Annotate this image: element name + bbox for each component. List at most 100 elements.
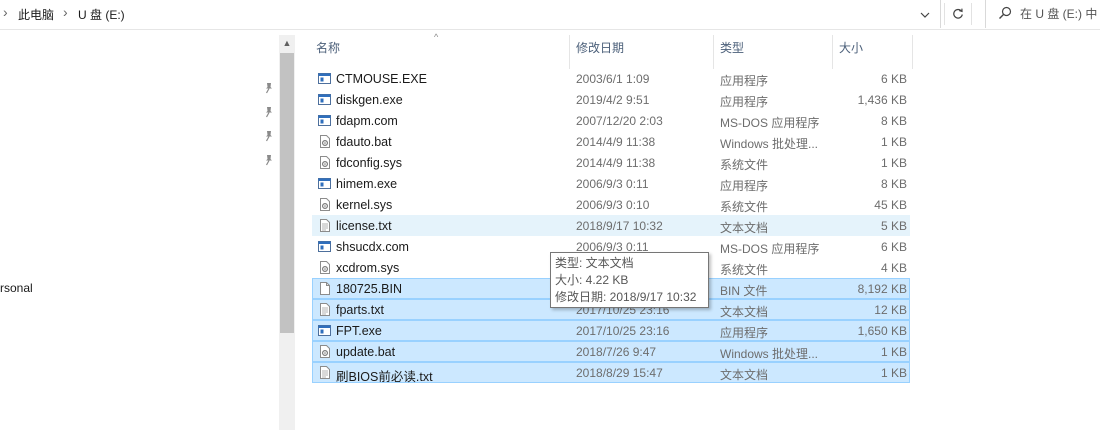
file-size: 1 KB [880,135,907,149]
file-name: shsucdx.com [336,240,409,254]
file-row[interactable]: update.bat 2018/7/26 9:47 Windows 批处理... 1 … [312,341,910,362]
refresh-button[interactable] [944,3,972,25]
search-icon [999,6,1012,19]
file-type: 文本文档 [720,368,769,382]
file-size: 6 KB [880,72,907,86]
file-row[interactable]: 刷BIOS前必读.txt 2018/8/29 15:47 文本文档 1 KB [312,362,910,384]
file-date: 2014/4/9 11:38 [576,135,656,149]
pin-icon[interactable] [262,153,276,167]
file-name: fdconfig.sys [336,156,403,170]
nav-item-personal[interactable]: rsonal [0,281,33,295]
chevron-down-icon [920,12,930,18]
file-size: 8 KB [880,177,907,191]
file-type: Windows 批处理... [720,347,819,361]
file-name: himem.exe [336,177,398,191]
file-size: 45 KB [874,198,907,212]
file-date: 2007/12/20 2:03 [576,114,663,128]
breadcrumb-separator-icon[interactable]: › [63,4,68,20]
file-date: 2006/9/3 0:10 [576,198,650,212]
column-header-name[interactable]: 名称 [310,35,570,69]
pin-icon[interactable] [262,81,276,95]
file-row[interactable]: himem.exe 2006/9/3 0:11 应用程序 8 KB [312,173,910,194]
file-type: MS-DOS 应用程序 [720,242,820,256]
file-type: 应用程序 [720,179,769,193]
file-type: 文本文档 [720,305,769,319]
file-row[interactable]: fdconfig.sys 2014/4/9 11:38 系统文件 1 KB [312,152,910,173]
scroll-up-icon[interactable]: ▲ [279,35,295,51]
file-date: 2018/9/17 10:32 [576,219,663,233]
text-file-icon [318,219,331,232]
file-date: 2019/4/2 9:51 [576,93,650,107]
file-size: 1 KB [880,366,907,380]
file-type: 系统文件 [720,158,769,172]
file-type: 应用程序 [720,95,769,109]
navigation-pane: rsonal ▲ [0,30,296,430]
file-date: 2014/4/9 11:38 [576,156,656,170]
address-bar-row: › 此电脑 › U 盘 (E:) [0,0,1100,30]
file-date: 2003/6/1 1:09 [576,72,650,86]
refresh-icon [953,8,963,19]
tooltip-size: 大小: 4.22 KB [555,273,629,287]
file-size: 1,436 KB [857,93,907,107]
exe-icon [318,324,331,337]
file-name: fdauto.bat [336,135,392,149]
column-header-type[interactable]: 类型 [714,35,833,69]
file-name: xcdrom.sys [336,261,400,275]
file-size: 1 KB [880,156,907,170]
column-header-date[interactable]: 修改日期 [570,35,714,69]
file-name: fdapm.com [336,114,398,128]
blank-file-icon [318,282,331,295]
file-row[interactable]: license.txt 2018/9/17 10:32 文本文档 5 KB [312,215,910,236]
file-date: 2018/7/26 9:47 [576,345,657,359]
file-size: 1 KB [880,345,907,359]
file-type: 应用程序 [720,326,769,340]
exe-icon [318,93,331,106]
file-row[interactable]: diskgen.exe 2019/4/2 9:51 应用程序 1,436 KB [312,89,910,110]
file-name: 180725.BIN [336,282,403,296]
column-header-size[interactable]: 大小 [833,35,913,69]
file-name: fparts.txt [336,303,384,317]
file-size: 1,650 KB [857,324,907,338]
file-row[interactable]: CTMOUSE.EXE 2003/6/1 1:09 应用程序 6 KB [312,68,910,89]
file-size: 8,192 KB [857,282,907,296]
gear-file-icon [318,156,331,169]
file-type: MS-DOS 应用程序 [720,116,820,130]
file-row[interactable]: fdapm.com 2007/12/20 2:03 MS-DOS 应用程序 8 KB [312,110,910,131]
search-box[interactable] [985,0,1100,28]
file-row[interactable]: kernel.sys 2006/9/3 0:10 系统文件 45 KB [312,194,910,215]
file-info-tooltip: 类型: 文本文档 大小: 4.22 KB 修改日期: 2018/9/17 10:… [550,252,709,308]
file-row[interactable]: FPT.exe 2017/10/25 23:16 应用程序 1,650 KB [312,320,910,341]
file-size: 12 KB [874,303,907,317]
pin-icon[interactable] [262,105,276,119]
address-bar[interactable]: › 此电脑 › U 盘 (E:) [0,0,941,28]
breadcrumb-separator-icon[interactable]: › [3,4,8,20]
file-list: ^ 名称 修改日期 类型 大小 CTMOUSE.EXE 2003/6/1 1:09… [296,30,1100,430]
exe-icon [318,72,331,85]
file-type: Windows 批处理... [720,137,819,151]
tooltip-type: 类型: 文本文档 [555,256,634,270]
file-date: 2017/10/25 23:16 [576,324,670,338]
pin-icon[interactable] [262,129,276,143]
file-name: license.txt [336,219,392,233]
address-history-dropdown[interactable] [914,4,936,24]
gear-file-icon [318,135,331,148]
file-date: 2006/9/3 0:11 [576,177,649,191]
file-type: 应用程序 [720,74,769,88]
file-date: 2018/8/29 15:47 [576,366,663,380]
breadcrumb-this-pc[interactable]: 此电脑 [18,6,54,23]
file-type: 系统文件 [720,200,769,214]
exe-icon [318,114,331,127]
file-size: 4 KB [880,261,907,275]
nav-scrollbar[interactable]: ▲ [279,35,295,430]
file-size: 8 KB [880,114,907,128]
tooltip-date: 修改日期: 2018/9/17 10:32 [555,290,697,304]
file-type: BIN 文件 [720,284,768,298]
file-row[interactable]: fdauto.bat 2014/4/9 11:38 Windows 批处理... 1 … [312,131,910,152]
file-size: 5 KB [880,219,907,233]
file-name: update.bat [336,345,396,359]
breadcrumb-drive-e[interactable]: U 盘 (E:) [78,6,125,23]
search-input[interactable] [1020,5,1100,23]
gear-file-icon [318,261,331,274]
exe-icon [318,240,331,253]
scrollbar-thumb[interactable] [280,53,294,333]
